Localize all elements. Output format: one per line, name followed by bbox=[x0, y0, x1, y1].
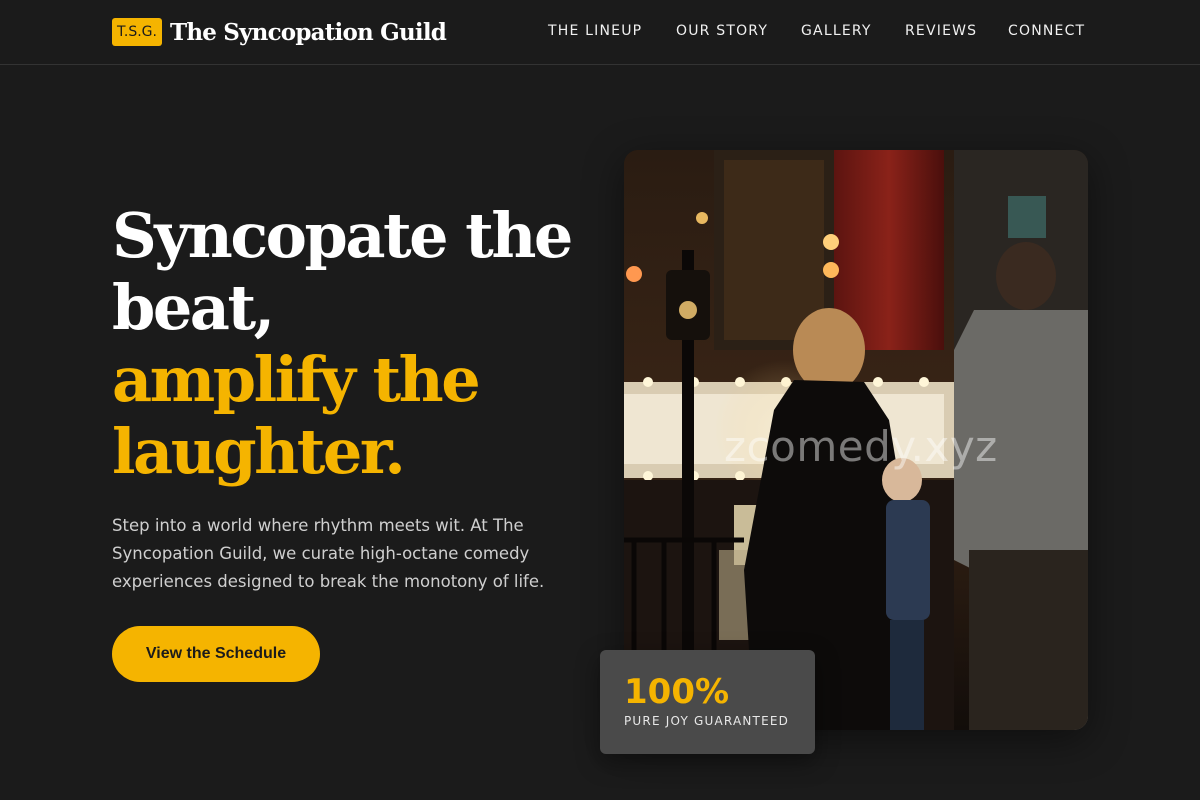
hero-description: Step into a world where rhythm meets wit… bbox=[112, 516, 545, 591]
stat-label: PURE JOY GUARANTEED bbox=[624, 714, 790, 728]
hero-headline: Syncopate the beat, amplify the laughter… bbox=[112, 200, 592, 488]
hero-photo: zcomedy.xyz bbox=[624, 150, 1088, 730]
nav-link-reviews[interactable]: REVIEWS bbox=[905, 20, 977, 42]
brand-name[interactable]: The Syncopation Guild bbox=[170, 16, 447, 50]
headline-line-1: Syncopate the bbox=[112, 199, 573, 272]
site-header: T.S.G. The Syncopation Guild THE LINEUP … bbox=[0, 0, 1200, 65]
stat-card: 100% PURE JOY GUARANTEED bbox=[600, 650, 815, 754]
headline-accent-line-1: amplify the bbox=[112, 343, 481, 416]
view-schedule-button[interactable]: View the Schedule bbox=[112, 626, 320, 682]
nav-link-gallery[interactable]: GALLERY bbox=[801, 20, 872, 42]
stat-value: 100% bbox=[624, 672, 730, 712]
logo-badge[interactable]: T.S.G. bbox=[112, 18, 162, 46]
headline-line-2: beat, bbox=[112, 271, 275, 344]
nav-link-lineup[interactable]: THE LINEUP bbox=[548, 20, 642, 42]
headline-accent-line-2: laughter. bbox=[112, 415, 406, 488]
photo-watermark: zcomedy.xyz bbox=[724, 422, 998, 471]
nav-link-connect[interactable]: CONNECT bbox=[1008, 20, 1085, 42]
nav-link-our-story[interactable]: OUR STORY bbox=[676, 20, 768, 42]
